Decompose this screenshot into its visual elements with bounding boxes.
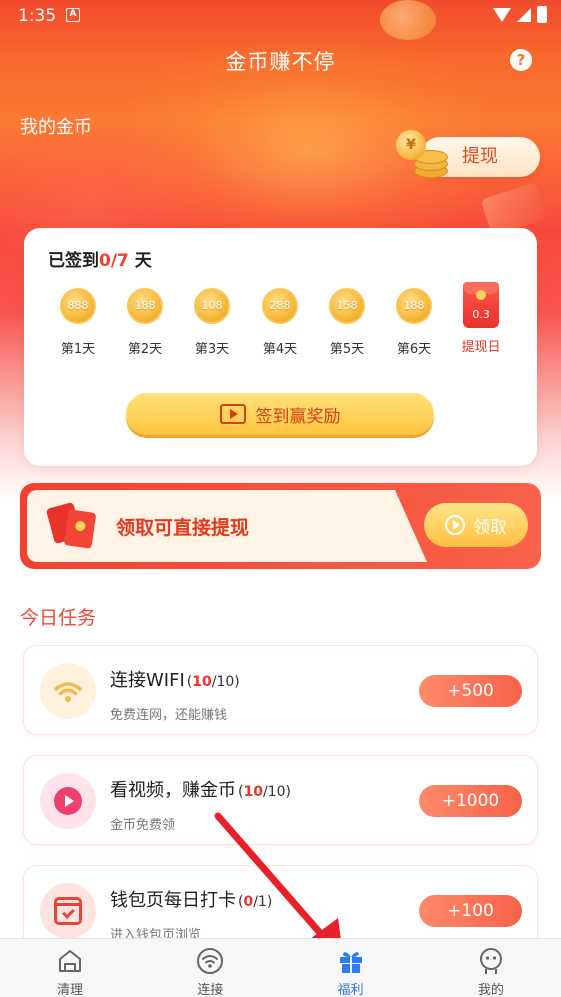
checkin-button[interactable]: 签到赢奖励 (126, 393, 434, 435)
task-title: 连接WIFI (10/10) (110, 670, 240, 691)
checkin-day-4: 288 第4天 (254, 288, 306, 357)
banner-text: 领取可直接提现 (116, 517, 250, 539)
video-icon (219, 404, 246, 424)
wifi-icon (197, 948, 224, 974)
notification-icon: A (66, 8, 80, 22)
checkin-day-5: 158 第5天 (321, 288, 373, 357)
play-icon (40, 773, 96, 829)
task-connect-wifi: 连接WIFI (10/10) 免费连网，还能赚钱 +500 (23, 645, 538, 735)
nav-tab-connect[interactable]: 连接 (140, 939, 280, 997)
coin-icon: 108 (194, 288, 230, 324)
task-title: 看视频，赚金币 (10/10) (110, 780, 291, 801)
coin-icon: 188 (396, 288, 432, 324)
nav-tab-mine[interactable]: 我的 (421, 939, 561, 997)
task-reward-button[interactable]: +1000 (419, 785, 522, 817)
red-envelope-icon (63, 509, 97, 549)
gift-icon (339, 952, 362, 973)
task-reward-button[interactable]: +500 (419, 675, 522, 707)
checkin-progress-done: 0 (99, 251, 111, 271)
nav-tab-clean[interactable]: 清理 (0, 939, 140, 997)
wifi-signal-icon (493, 7, 511, 22)
calendar-check-icon (40, 883, 96, 939)
coin-icon: 188 (127, 288, 163, 324)
task-watch-video: 看视频，赚金币 (10/10) 金币免费领 +1000 (23, 755, 538, 845)
status-time: 1:35 (18, 6, 57, 26)
cell-signal-icon (517, 7, 531, 22)
checkin-card: 已签到 0 /7 天 888 第1天 188 第2天 108 第3天 288 第… (24, 228, 537, 466)
play-icon (445, 515, 465, 535)
status-bar: 1:35 A (0, 0, 561, 34)
checkin-day-1: 888 第1天 (52, 288, 104, 357)
bottom-nav: 清理 连接 福利 我的 (0, 938, 561, 997)
task-reward-button[interactable]: +100 (419, 895, 522, 927)
claim-button[interactable]: 领取 (424, 503, 528, 547)
broom-icon (59, 950, 81, 972)
coin-icon: 288 (262, 288, 298, 324)
checkin-day-3: 108 第3天 (186, 288, 238, 357)
status-icons (493, 6, 547, 23)
profile-icon (479, 948, 502, 974)
wifi-icon (40, 663, 96, 719)
help-icon[interactable]: ? (510, 49, 532, 71)
checkin-day-2: 188 第2天 (119, 288, 171, 357)
coin-stack-icon: ¥ (392, 130, 450, 182)
checkin-progress-total: /7 (110, 251, 129, 271)
checkin-day-6: 188 第6天 (388, 288, 440, 357)
section-title-today-tasks: 今日任务 (20, 607, 97, 629)
coin-icon: 158 (329, 288, 365, 324)
coin-icon: 888 (60, 288, 96, 324)
task-title: 钱包页每日打卡 (0/1) (110, 890, 273, 911)
withdraw-banner[interactable]: 领取可直接提现 领取 (20, 483, 541, 569)
page-title: 金币赚不停 (225, 50, 336, 74)
my-coins-label: 我的金币 (20, 117, 92, 138)
red-envelope-icon: 0.3 (463, 282, 499, 328)
task-subtitle: 免费连网，还能赚钱 (110, 708, 228, 723)
nav-tab-welfare[interactable]: 福利 (281, 939, 421, 997)
checkin-day-withdraw: 0.3 提现日 (455, 282, 507, 355)
withdraw-area: 提现 ¥ (392, 130, 542, 180)
battery-icon (537, 6, 547, 23)
checkin-title: 已签到 0 /7 天 (48, 251, 152, 271)
task-subtitle: 金币免费领 (110, 818, 176, 833)
